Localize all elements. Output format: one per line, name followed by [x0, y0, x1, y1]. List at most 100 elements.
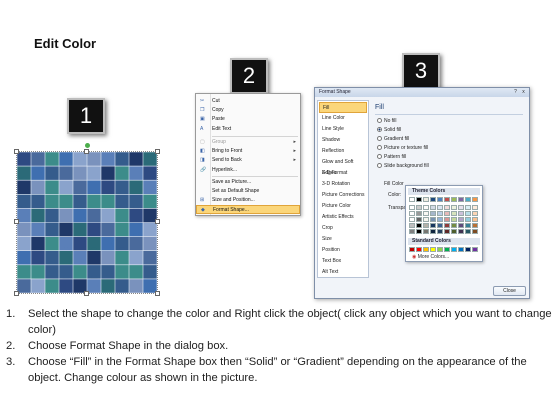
nav-item-artistic-effects[interactable]: Artistic Effects [319, 212, 367, 223]
standard-color-swatch[interactable] [430, 247, 436, 252]
theme-color-swatch[interactable] [472, 229, 478, 234]
more-colors-option[interactable]: ◉ More Colors... [412, 254, 449, 260]
theme-color-swatch[interactable] [416, 223, 422, 228]
radio-button-selected[interactable] [377, 127, 382, 132]
radio-solid-fill[interactable]: Solid fill [377, 127, 401, 134]
standard-color-swatch[interactable] [409, 247, 415, 252]
theme-color-swatch[interactable] [423, 211, 429, 216]
theme-color-swatch[interactable] [430, 217, 436, 222]
theme-color-swatch[interactable] [465, 217, 471, 222]
theme-color-swatch[interactable] [409, 205, 415, 210]
standard-color-swatch[interactable] [451, 247, 457, 252]
radio-button[interactable] [377, 145, 382, 150]
theme-color-swatch[interactable] [465, 205, 471, 210]
resize-handle[interactable] [155, 149, 160, 154]
theme-color-swatch[interactable] [444, 223, 450, 228]
menu-item-bring-to-front[interactable]: ◧ Bring to Front ▸ [196, 147, 300, 156]
theme-color-swatch[interactable] [458, 197, 464, 202]
theme-color-swatch[interactable] [451, 217, 457, 222]
standard-color-swatch[interactable] [437, 247, 443, 252]
nav-item-position[interactable]: Position [319, 245, 367, 256]
theme-color-swatch[interactable] [451, 229, 457, 234]
resize-handle[interactable] [155, 291, 160, 296]
theme-color-swatch[interactable] [437, 223, 443, 228]
standard-color-swatch[interactable] [465, 247, 471, 252]
menu-item-send-to-back[interactable]: ◨ Send to Back ▸ [196, 156, 300, 165]
theme-color-swatch[interactable] [416, 211, 422, 216]
radio-button[interactable] [377, 118, 382, 123]
nav-item-3d-rotation[interactable]: 3-D Rotation [319, 179, 367, 190]
standard-color-swatch[interactable] [444, 247, 450, 252]
theme-color-swatch[interactable] [416, 229, 422, 234]
nav-item-reflection[interactable]: Reflection [319, 146, 367, 157]
theme-color-swatch[interactable] [465, 229, 471, 234]
resize-handle[interactable] [84, 291, 89, 296]
radio-pattern-fill[interactable]: Pattern fill [377, 154, 406, 161]
nav-item-line-color[interactable]: Line Color [319, 113, 367, 124]
theme-color-swatch[interactable] [416, 205, 422, 210]
resize-handle[interactable] [14, 149, 19, 154]
menu-item-edit-text[interactable]: A Edit Text [196, 125, 300, 134]
theme-color-swatch[interactable] [458, 211, 464, 216]
menu-item-set-default-shape[interactable]: Set as Default Shape [196, 187, 300, 196]
theme-color-swatch[interactable] [458, 205, 464, 210]
resize-handle[interactable] [84, 149, 89, 154]
theme-color-swatch[interactable] [451, 211, 457, 216]
nav-item-alt-text[interactable]: Alt Text [319, 267, 367, 278]
theme-color-swatch[interactable] [458, 229, 464, 234]
theme-color-swatch[interactable] [451, 205, 457, 210]
theme-color-swatch[interactable] [444, 211, 450, 216]
menu-item-format-shape[interactable]: ◆ Format Shape... [196, 205, 300, 214]
standard-color-swatch[interactable] [423, 247, 429, 252]
theme-color-swatch[interactable] [472, 205, 478, 210]
theme-color-swatch[interactable] [409, 217, 415, 222]
theme-color-swatch[interactable] [472, 217, 478, 222]
theme-color-swatch[interactable] [409, 197, 415, 202]
theme-color-swatch[interactable] [423, 229, 429, 234]
theme-color-swatch[interactable] [423, 217, 429, 222]
nav-item-line-style[interactable]: Line Style [319, 124, 367, 135]
theme-color-swatch[interactable] [472, 197, 478, 202]
menu-item-cut[interactable]: ✂ Cut [196, 97, 300, 106]
theme-color-swatch[interactable] [430, 197, 436, 202]
theme-color-swatch[interactable] [423, 223, 429, 228]
theme-color-swatch[interactable] [430, 205, 436, 210]
radio-no-fill[interactable]: No fill [377, 118, 397, 125]
nav-item-shadow[interactable]: Shadow [319, 135, 367, 146]
nav-item-crop[interactable]: Crop [319, 223, 367, 234]
theme-color-swatch[interactable] [437, 197, 443, 202]
theme-color-swatch[interactable] [437, 211, 443, 216]
standard-color-swatch[interactable] [458, 247, 464, 252]
menu-item-group[interactable]: ▢ Group ▸ [196, 138, 300, 147]
theme-color-swatch[interactable] [465, 197, 471, 202]
close-button[interactable]: Close [493, 286, 526, 296]
theme-color-swatch[interactable] [437, 205, 443, 210]
nav-item-size[interactable]: Size [319, 234, 367, 245]
radio-button[interactable] [377, 136, 382, 141]
theme-color-swatch[interactable] [465, 211, 471, 216]
theme-color-swatch[interactable] [444, 205, 450, 210]
theme-color-swatch[interactable] [423, 205, 429, 210]
theme-color-swatch[interactable] [409, 211, 415, 216]
resize-handle[interactable] [155, 219, 160, 224]
theme-color-swatch[interactable] [472, 223, 478, 228]
radio-picture-texture-fill[interactable]: Picture or texture fill [377, 145, 428, 152]
theme-color-swatch[interactable] [437, 217, 443, 222]
menu-item-hyperlink[interactable]: 🔗 Hyperlink... [196, 166, 300, 175]
theme-color-swatch[interactable] [444, 229, 450, 234]
rotation-handle[interactable] [85, 143, 90, 148]
theme-color-swatch[interactable] [472, 211, 478, 216]
nav-item-text-box[interactable]: Text Box [319, 256, 367, 267]
menu-item-paste[interactable]: ▣ Paste [196, 115, 300, 124]
theme-color-swatch[interactable] [409, 229, 415, 234]
theme-color-swatch[interactable] [465, 223, 471, 228]
nav-item-fill[interactable]: Fill [319, 102, 367, 113]
theme-color-swatch[interactable] [437, 229, 443, 234]
menu-item-copy[interactable]: ❐ Copy [196, 106, 300, 115]
theme-color-swatch[interactable] [458, 217, 464, 222]
theme-color-swatch[interactable] [409, 223, 415, 228]
theme-color-swatch[interactable] [444, 197, 450, 202]
nav-item-3d-format[interactable]: 3-D Format [319, 168, 367, 179]
nav-item-glow-soft-edges[interactable]: Glow and Soft Edges [319, 157, 367, 176]
radio-slide-background-fill[interactable]: Slide background fill [377, 163, 429, 170]
